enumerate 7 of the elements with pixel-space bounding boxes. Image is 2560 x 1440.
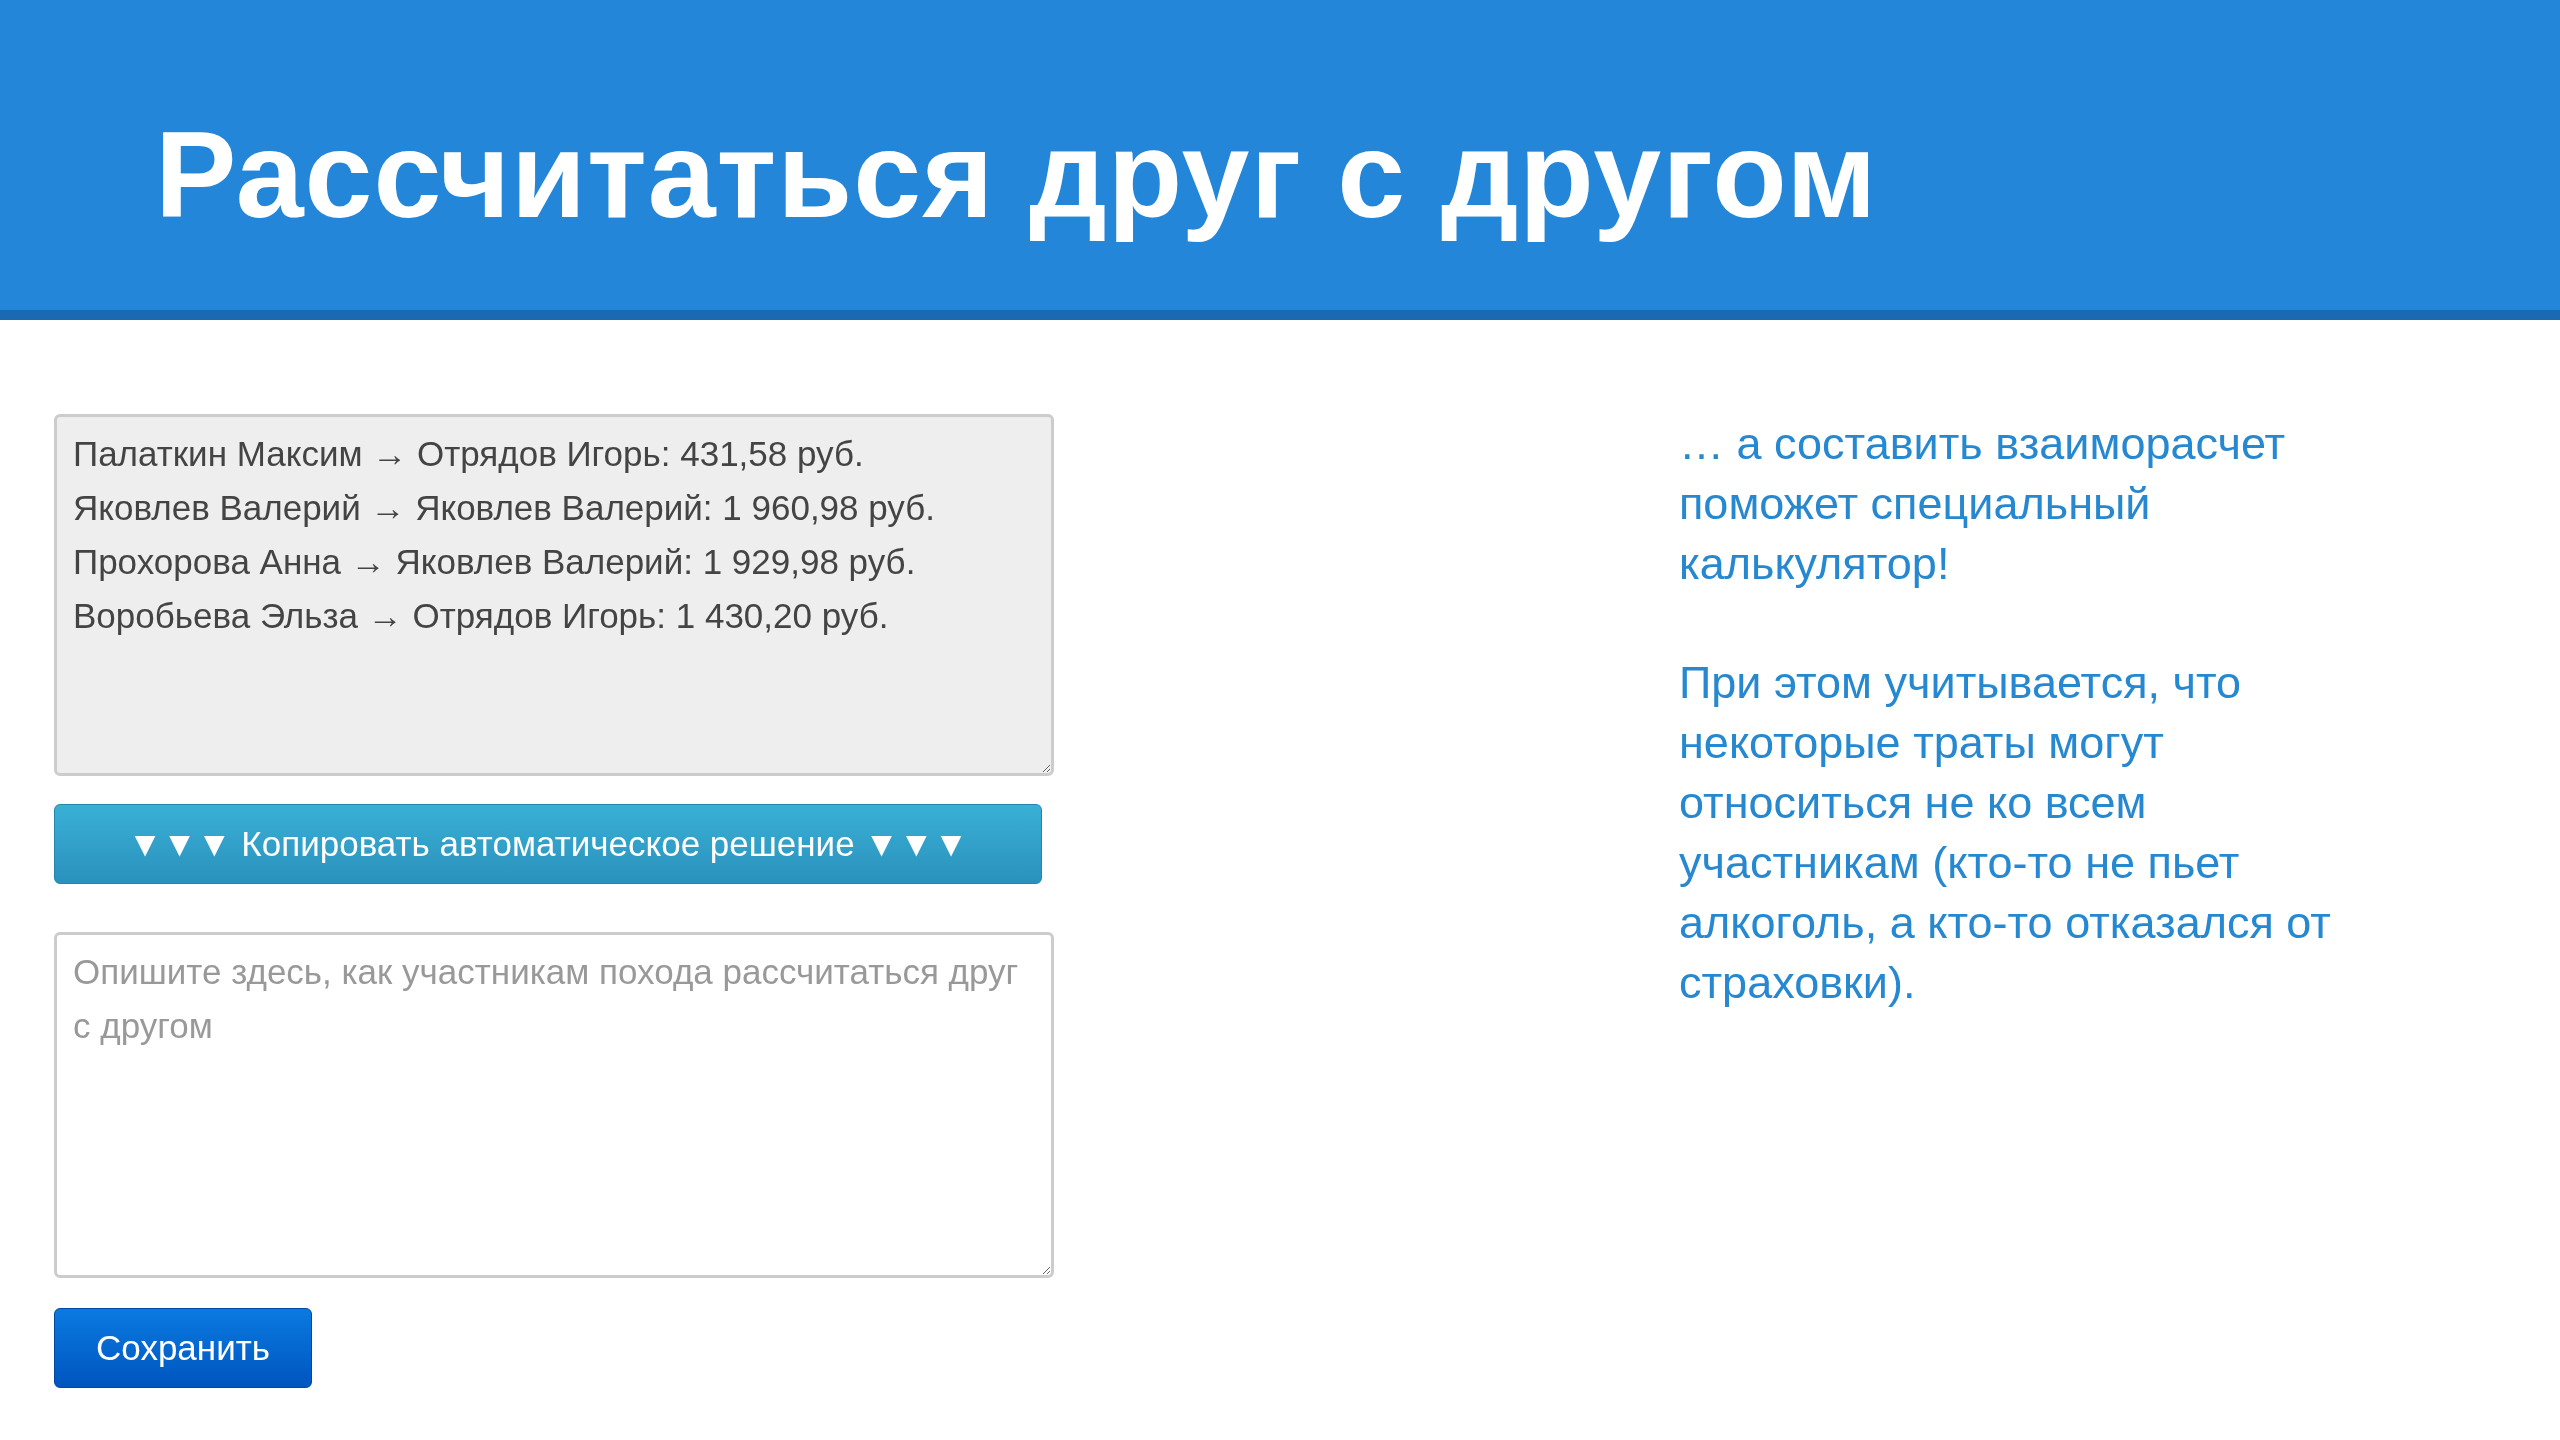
page-title: Рассчитаться друг с другом [155,105,1878,245]
info-paragraph: При этом учитывается, что некоторые траты могут относиться не ко всем участникам (кто-то не пьет алкоголь, а кто-то отказался от страховки). [1679,656,2332,1010]
info-paragraph: … а составить взаиморасчет поможет специальный калькулятор! [1679,417,2287,591]
save-button[interactable]: Сохранить [54,1308,312,1388]
copy-solution-button[interactable]: ▼▼▼ Копировать автоматическое решение ▼▼▼ [54,804,1042,884]
description-field[interactable]: Опишите здесь, как участникам похода рассчитаться друг с другом [54,932,1054,1278]
solution-field[interactable]: Палаткин Максим → Отрядов Игорь: 431,58 руб. Яковлев Валерий → Яковлев Валерий: 1 960,98 руб. Прохорова Анна → Яковлев Валерий: 1 929,98 руб. Воробьева Эльза → Отрядов Игорь: 1 430,20 руб. [54,414,1054,776]
